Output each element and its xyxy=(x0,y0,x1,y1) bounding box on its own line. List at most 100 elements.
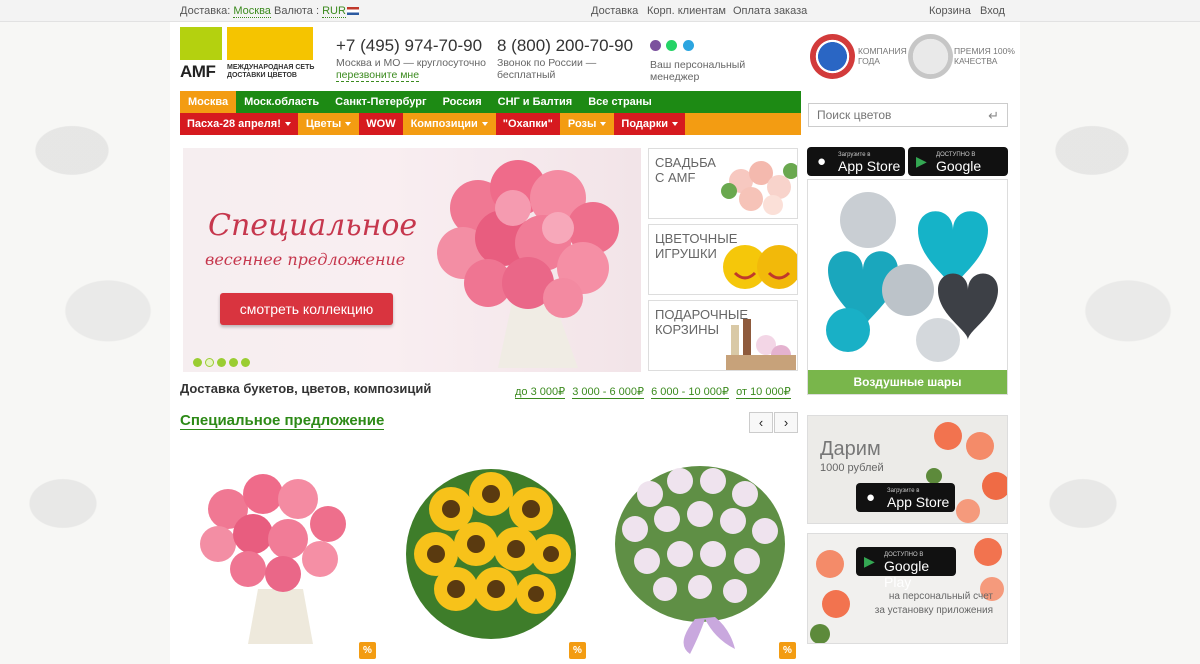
top-link-delivery[interactable]: Доставка xyxy=(591,5,638,17)
balloons-card[interactable]: Воздушные шары xyxy=(807,179,1008,395)
language-flag-icon[interactable] xyxy=(347,5,359,17)
appstore-button[interactable]: ● Загрузите в App Store xyxy=(807,147,905,176)
currency-link[interactable]: RUR xyxy=(322,5,346,18)
chevron-down-icon xyxy=(284,122,291,127)
banner-title: Специальное xyxy=(208,208,418,243)
company-award-icon xyxy=(810,34,855,79)
amf-logo[interactable]: AMF Международная сеть доставки цветов xyxy=(180,27,315,81)
category-easter[interactable]: Пасха-28 апреля! xyxy=(180,113,298,135)
page-content: AMF Международная сеть доставки цветов +… xyxy=(170,22,1020,664)
chevron-down-icon xyxy=(481,122,488,127)
currency-selector: Валюта : RUR xyxy=(274,5,346,18)
category-gifts[interactable]: Подарки xyxy=(614,113,685,135)
enter-icon[interactable]: ↵ xyxy=(988,108,999,124)
banner-subtitle: весеннее предложение xyxy=(205,250,406,269)
region-russia[interactable]: Россия xyxy=(435,91,490,113)
googleplay-gift-card[interactable]: ▶ ДОСТУПНО В Google Play на персональный… xyxy=(807,533,1008,644)
delivery-city-selector: Доставка: Москва xyxy=(180,5,271,18)
slider-dot-active[interactable] xyxy=(205,358,214,367)
chevron-down-icon xyxy=(345,122,352,127)
discount-badge: % xyxy=(569,642,586,659)
phone-russia-caption: Звонок по России — бесплатный xyxy=(497,57,597,81)
currency-label: Валюта : xyxy=(274,5,320,17)
region-moscow-oblast[interactable]: Моск.область xyxy=(236,91,327,113)
product-card[interactable] xyxy=(605,459,795,659)
googleplay-card-caption: на персональный счет за установку прилож… xyxy=(874,591,993,616)
promo-toys-title: Цветочные игрушки xyxy=(655,231,738,261)
floral-decoration-right xyxy=(1020,22,1200,664)
region-moscow[interactable]: Москва xyxy=(180,91,237,113)
phone-russia[interactable]: 8 (800) 200-70-90 xyxy=(497,36,633,56)
hero-banner[interactable]: Специальное весеннее предложение смотрет… xyxy=(183,148,641,372)
category-nav: Пасха-28 апреля! Цветы WOW Композиции "О… xyxy=(180,113,801,135)
slider-dot[interactable] xyxy=(193,358,202,367)
special-offer-heading[interactable]: Специальное предложение xyxy=(180,412,385,430)
discount-badge: % xyxy=(359,642,376,659)
delivery-city-link[interactable]: Москва xyxy=(233,5,271,18)
top-link-corporate[interactable]: Корп. клиентам xyxy=(647,5,726,17)
gift-basket-image xyxy=(726,319,796,370)
product-card[interactable] xyxy=(188,459,378,659)
peony-bouquet-image xyxy=(437,160,619,368)
balloons-label: Воздушные шары xyxy=(808,370,1007,394)
login-link[interactable]: Вход xyxy=(980,5,1005,17)
carousel-prev-button[interactable]: ‹ xyxy=(749,412,773,433)
top-bar: Доставка: Москва Валюта : RUR Доставка К… xyxy=(0,0,1200,22)
appstore-gift-card[interactable]: Дарим 1000 рублей ● Загрузите в App Stor… xyxy=(807,415,1008,524)
phone-moscow[interactable]: +7 (495) 974-70-90 xyxy=(336,36,482,56)
price-filter-3000-6000[interactable]: 3 000 - 6 000₽ xyxy=(572,386,645,399)
region-spb[interactable]: Санкт-Петербург xyxy=(327,91,434,113)
gift-card-subtitle: 1000 рублей xyxy=(820,462,884,474)
phone-moscow-hours: Москва и МО — круглосуточно xyxy=(336,57,486,69)
promo-gift-baskets[interactable]: Подарочные корзины xyxy=(648,300,798,371)
roses-right-image xyxy=(974,538,1004,601)
product-card[interactable] xyxy=(396,459,586,659)
category-armfuls[interactable]: "Охапки" xyxy=(495,113,560,135)
category-flowers[interactable]: Цветы xyxy=(298,113,359,135)
carousel-next-button[interactable]: › xyxy=(774,412,798,433)
region-all-countries[interactable]: Все страны xyxy=(580,91,660,113)
roses-product-image xyxy=(615,466,785,654)
floral-decoration-left xyxy=(0,22,180,664)
phone-moscow-caption: Москва и МО — круглосуточно перезвоните … xyxy=(336,57,486,82)
google-play-icon: ▶ xyxy=(864,553,875,569)
region-cis-baltic[interactable]: СНГ и Балтия xyxy=(490,91,581,113)
personal-manager-caption: Ваш персональный менеджер xyxy=(650,59,746,83)
logo-name: AMF xyxy=(180,62,216,81)
logo-tagline: Международная сеть доставки цветов xyxy=(227,64,315,79)
price-filter-over-10000[interactable]: от 10 000₽ xyxy=(736,386,791,399)
top-link-payment[interactable]: Оплата заказа xyxy=(733,5,807,17)
category-roses[interactable]: Розы xyxy=(560,113,614,135)
slider-dot[interactable] xyxy=(217,358,226,367)
price-filter-under-3000[interactable]: до 3 000₽ xyxy=(515,386,566,399)
slider-dot[interactable] xyxy=(229,358,238,367)
telegram-icon[interactable] xyxy=(682,40,694,51)
callback-link[interactable]: перезвоните мне xyxy=(336,69,420,82)
carousel-arrows: ‹ › xyxy=(748,412,798,433)
view-collection-button[interactable]: смотреть коллекцию xyxy=(220,293,393,325)
quality-award-icon xyxy=(908,34,953,79)
viber-icon[interactable] xyxy=(650,40,661,51)
gift-googleplay-button[interactable]: ▶ ДОСТУПНО В Google Play xyxy=(856,547,956,590)
delivery-heading: Доставка букетов, цветов, композиций xyxy=(180,381,432,396)
category-wow[interactable]: WOW xyxy=(359,113,403,135)
promo-wedding[interactable]: Свадьба с AMF xyxy=(648,148,798,219)
apple-icon: ● xyxy=(866,489,876,506)
category-compositions[interactable]: Композиции xyxy=(403,113,495,135)
award-quality-text: Премия 100% качества xyxy=(954,46,1015,66)
promo-flower-toys[interactable]: Цветочные игрушки xyxy=(648,224,798,295)
whatsapp-icon[interactable] xyxy=(666,40,678,51)
slider-dots xyxy=(193,356,253,370)
apple-icon: ● xyxy=(817,153,827,170)
slider-dot[interactable] xyxy=(241,358,250,367)
sunflowers-product-image xyxy=(406,469,576,639)
price-filter-6000-10000[interactable]: 6 000 - 10 000₽ xyxy=(651,386,730,399)
search-input[interactable] xyxy=(809,104,979,126)
gift-appstore-button[interactable]: ● Загрузите в App Store xyxy=(856,483,955,512)
delivery-label: Доставка: xyxy=(180,5,231,17)
gift-card-title: Дарим xyxy=(820,438,881,460)
messenger-icons xyxy=(650,40,696,54)
cart-link[interactable]: Корзина xyxy=(929,5,971,17)
price-filters: до 3 000₽ 3 000 - 6 000₽ 6 000 - 10 000₽… xyxy=(515,385,795,399)
googleplay-button[interactable]: ▶ ДОСТУПНО В Google Play xyxy=(908,147,1008,190)
